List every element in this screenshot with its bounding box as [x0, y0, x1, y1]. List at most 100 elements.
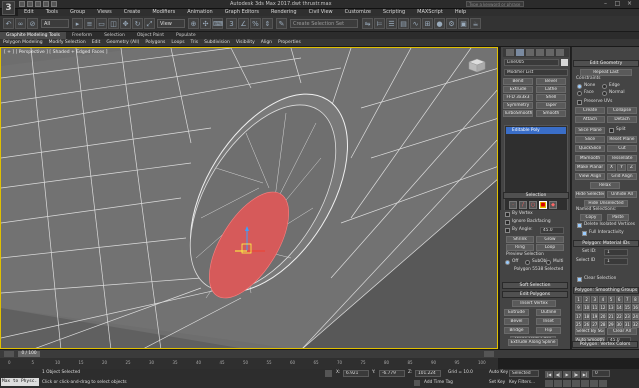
orbit-icon[interactable] [590, 380, 598, 387]
planar-y-button[interactable]: Y [617, 164, 626, 171]
edit-polygons-header[interactable]: Edit Polygons [502, 291, 568, 298]
smoothing-group-button[interactable]: 10 [583, 304, 591, 312]
menu-item-customize[interactable]: Customize [339, 9, 377, 16]
smoothing-group-button[interactable]: 8 [631, 296, 639, 303]
slice-plane-button[interactable]: Slice Plane [575, 127, 605, 134]
smoothing-group-button[interactable]: 4 [599, 296, 607, 303]
render-production-icon[interactable]: ☕ [470, 18, 481, 29]
link-icon[interactable]: ∞ [15, 18, 26, 29]
element-level-icon[interactable]: ◆ [549, 201, 557, 209]
extrude-along-spline-button[interactable]: Extrude Along Spline [508, 339, 558, 346]
smoothing-group-button[interactable]: 18 [583, 312, 591, 320]
angle-spinner[interactable]: 45.0 [540, 227, 564, 234]
tessellate-button[interactable]: Tessellate [607, 155, 637, 162]
slice-button[interactable]: Slice [575, 136, 605, 143]
smoothing-group-button[interactable]: 29 [607, 320, 615, 328]
smoothing-group-button[interactable]: 32 [631, 320, 639, 328]
preserve-uvs-checkbox[interactable] [577, 100, 582, 105]
ribbon-tab-graphite-modeling-tools[interactable]: Graphite Modeling Tools [0, 32, 67, 39]
menu-item-edit[interactable]: Edit [18, 9, 40, 16]
smoothing-group-button[interactable]: 6 [615, 296, 623, 303]
soft-selection-header[interactable]: Soft Selection [502, 282, 568, 289]
constraint-none-radio[interactable] [577, 84, 582, 89]
ribbon-item-visibility[interactable]: Visibility [233, 39, 258, 46]
ribbon-tab-populate[interactable]: Populate [170, 32, 202, 39]
layer-explorer-icon[interactable]: ☰ [386, 18, 397, 29]
viewcube-icon[interactable] [465, 56, 487, 74]
preview-multi-radio[interactable] [546, 260, 551, 265]
quickslice-button[interactable]: QuickSlice [575, 145, 605, 152]
select-by-name-icon[interactable]: ≡ [84, 18, 95, 29]
constraint-face-radio[interactable] [577, 91, 582, 96]
zoom-all-icon[interactable] [554, 380, 562, 387]
ribbon-item-align[interactable]: Align [258, 39, 275, 46]
smoothing-group-button[interactable]: 15 [623, 304, 631, 312]
attach-button[interactable]: Attach [575, 116, 605, 123]
smoothing-group-button[interactable]: 13 [607, 304, 615, 312]
inset-button[interactable]: Inset [536, 318, 561, 325]
full-interactivity-checkbox[interactable] [582, 231, 587, 236]
menu-item-animation[interactable]: Animation [181, 9, 219, 16]
menu-item-rendering[interactable]: Rendering [265, 9, 303, 16]
bevel-button[interactable]: Bevel [504, 318, 529, 325]
smoothing-group-button[interactable]: 30 [615, 320, 623, 328]
next-frame-icon[interactable]: |▶ [572, 371, 580, 378]
ribbon-tab-selection[interactable]: Selection [98, 32, 131, 39]
time-slider-prev-icon[interactable] [4, 351, 14, 357]
hide-selected-button[interactable]: Hide Selected [575, 191, 605, 198]
toggle-ribbon-icon[interactable]: ▤ [398, 18, 409, 29]
outline-button[interactable]: Outline [536, 309, 561, 316]
snaps-toggle-icon[interactable]: 3 [226, 18, 237, 29]
keyboard-shortcut-icon[interactable]: ⌨ [212, 18, 223, 29]
viewport-label[interactable]: [ + ] [ Perspective ] [ Shaded + Edged F… [4, 50, 108, 55]
object-name-field[interactable]: Line005 [504, 59, 559, 66]
border-level-icon[interactable]: ○ [529, 201, 537, 209]
smoothing-group-button[interactable]: 23 [623, 312, 631, 320]
edge-level-icon[interactable]: / [519, 201, 527, 209]
make-planar-button[interactable]: Make Planar [575, 164, 605, 171]
modify-tab-icon[interactable] [516, 49, 524, 56]
y-coordinate-field[interactable]: -6.779 [379, 370, 405, 377]
cut-button[interactable]: Cut [607, 145, 637, 152]
menu-item-views[interactable]: Views [91, 9, 117, 16]
current-frame-field[interactable]: 0 [592, 370, 610, 377]
zoom-extents-icon[interactable] [563, 380, 571, 387]
field-of-view-icon[interactable] [572, 380, 580, 387]
play-icon[interactable]: ▶ [563, 371, 571, 378]
detach-button[interactable]: Detach [607, 116, 637, 123]
material-editor-icon[interactable]: ● [434, 18, 445, 29]
pan-icon[interactable] [581, 380, 589, 387]
menu-item-graph-editors[interactable]: Graph Editors [219, 9, 265, 16]
select-id-button[interactable]: Select ID [576, 258, 595, 264]
perspective-viewport[interactable]: [ + ] [ Perspective ] [ Shaded + Edged F… [0, 47, 498, 349]
render-setup-icon[interactable]: ⚙ [446, 18, 457, 29]
smoothing-group-button[interactable]: 20 [599, 312, 607, 320]
ribbon-tab-object-paint[interactable]: Object Paint [131, 32, 170, 39]
named-selection-dropdown[interactable]: Create Selection Set [290, 19, 358, 28]
set-id-spinner[interactable]: 1 [604, 249, 628, 256]
smoothing-group-button[interactable]: 3 [591, 296, 599, 303]
edit-named-selection-icon[interactable]: ✎ [276, 18, 287, 29]
menu-item-create[interactable]: Create [118, 9, 147, 16]
spinner-snap-icon[interactable]: ⇕ [262, 18, 273, 29]
time-slider[interactable]: 0 / 100 [0, 349, 639, 358]
ribbon-item-modify-selection[interactable]: Modify Selection [46, 39, 89, 46]
ribbon-item-polygon-modeling[interactable]: Polygon Modeling [0, 39, 46, 46]
ring-button[interactable]: Ring [506, 244, 534, 251]
mirror-icon[interactable]: ⇋ [362, 18, 373, 29]
bridge-button[interactable]: Bridge [504, 327, 529, 334]
modifier-button-extrude[interactable]: Extrude [503, 86, 533, 93]
scale-icon[interactable]: ⤢ [144, 18, 155, 29]
flip-button[interactable]: Flip [536, 327, 561, 334]
preview-subobj-radio[interactable] [525, 260, 530, 265]
by-vertex-checkbox[interactable] [505, 212, 510, 217]
smoothing-group-button[interactable]: 25 [575, 320, 583, 328]
copy-button[interactable]: Copy [580, 214, 602, 221]
smoothing-group-button[interactable]: 7 [623, 296, 631, 303]
rotate-icon[interactable]: ↻ [132, 18, 143, 29]
smoothing-group-button[interactable]: 22 [615, 312, 623, 320]
zoom-icon[interactable] [545, 380, 553, 387]
redo-icon[interactable] [51, 1, 57, 7]
create-button[interactable]: Create [575, 107, 605, 114]
modifier-button-taper[interactable]: Taper [536, 102, 566, 109]
